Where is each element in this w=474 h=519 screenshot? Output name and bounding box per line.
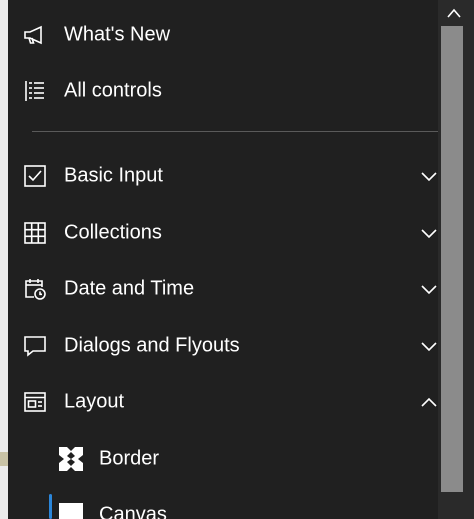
nav-item-label: Dialogs and Flyouts — [64, 334, 240, 357]
nav-item-collections[interactable]: Collections — [8, 205, 438, 261]
nav-item-layout[interactable]: Layout — [8, 374, 438, 430]
canvas-icon — [58, 502, 84, 519]
grid-icon — [22, 220, 48, 246]
chevron-down-icon[interactable] — [420, 227, 438, 239]
nav-item-label: Basic Input — [64, 164, 163, 187]
layout-icon — [22, 389, 48, 415]
chevron-down-icon[interactable] — [420, 283, 438, 295]
nav-item-all-controls[interactable]: All controls — [8, 63, 438, 119]
calendar-clock-icon — [22, 276, 48, 302]
nav-item-label: Border — [99, 447, 160, 470]
scrollbar-thumb[interactable] — [441, 26, 463, 492]
selection-indicator — [49, 494, 52, 519]
border-icon — [58, 446, 84, 472]
scrollbar[interactable] — [438, 0, 474, 519]
chevron-down-icon[interactable] — [420, 340, 438, 352]
nav-item-label: Canvas — [99, 503, 167, 519]
list-icon — [22, 78, 48, 104]
scroll-up-arrow-icon[interactable] — [445, 6, 463, 20]
nav-item-label: Layout — [64, 390, 125, 413]
nav-item-label: Collections — [64, 221, 162, 244]
nav-item-date-and-time[interactable]: Date and Time — [8, 261, 438, 317]
nav-item-label: Date and Time — [64, 277, 195, 300]
nav-divider — [32, 131, 438, 132]
chevron-up-icon[interactable] — [420, 396, 438, 408]
nav-item-canvas[interactable]: Canvas — [8, 487, 438, 519]
nav-item-basic-input[interactable]: Basic Input — [8, 148, 438, 204]
adjacent-window-hint — [0, 452, 8, 466]
megaphone-icon — [22, 22, 48, 48]
speech-bubble-icon — [22, 333, 48, 359]
nav-item-dialogs-and-flyouts[interactable]: Dialogs and Flyouts — [8, 318, 438, 374]
nav-item-whats-new[interactable]: What's New — [8, 7, 438, 63]
chevron-down-icon[interactable] — [420, 170, 438, 182]
navigation-pane: What's New All controls Basic Input Coll… — [8, 0, 474, 519]
nav-item-border[interactable]: Border — [8, 431, 438, 487]
nav-item-label: What's New — [64, 23, 171, 46]
adjacent-window-edge — [0, 0, 8, 519]
checkbox-icon — [22, 163, 48, 189]
nav-item-label: All controls — [64, 79, 162, 102]
